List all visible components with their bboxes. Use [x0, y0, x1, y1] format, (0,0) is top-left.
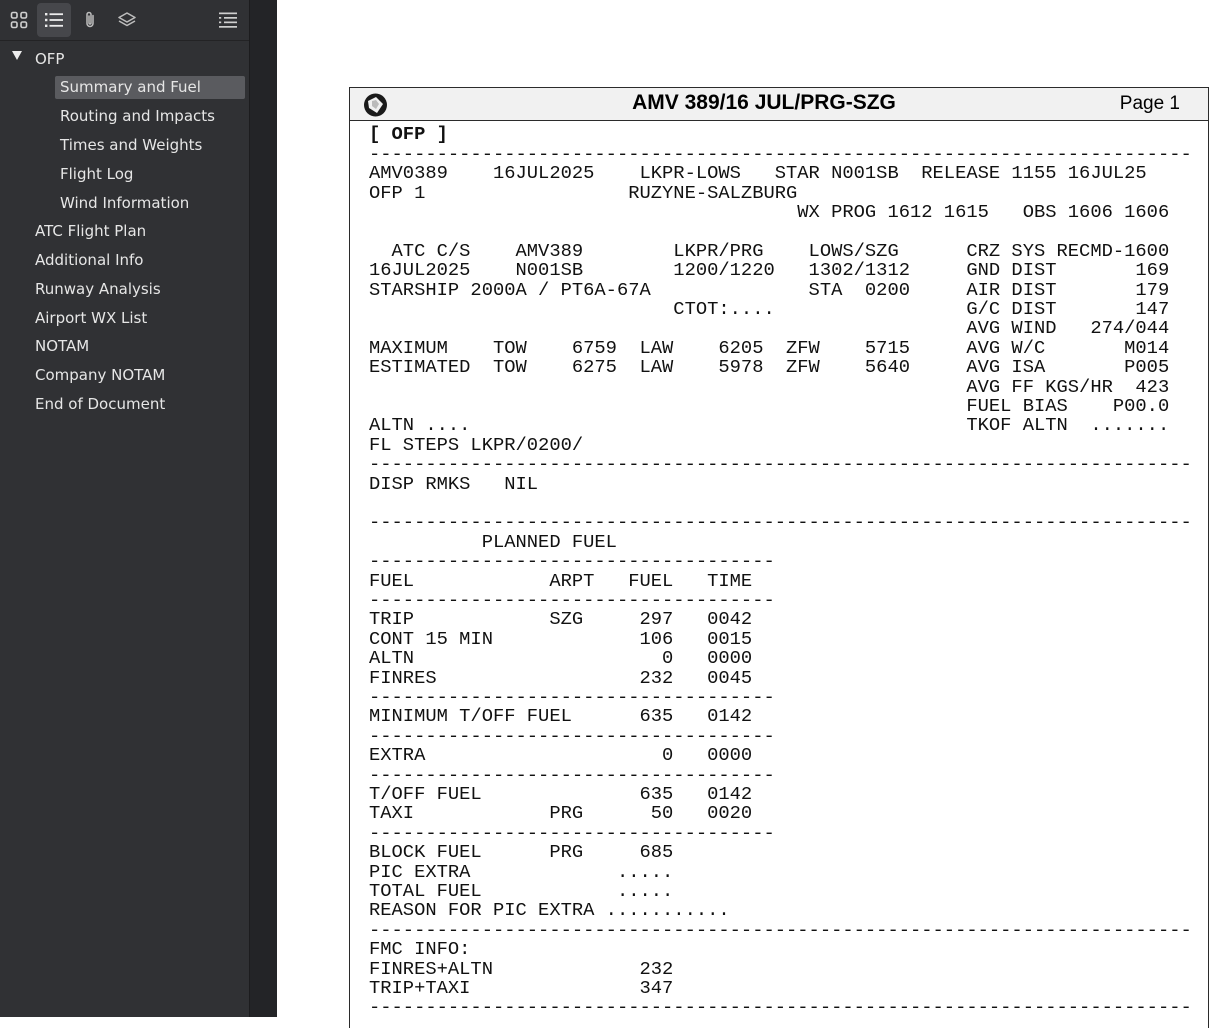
ofp-line: WX PROG 1612 1615 OBS 1606 1606	[369, 201, 1170, 223]
ofp-line: ALTN .... TKOF ALTN .......	[369, 414, 1170, 436]
outline-list-icon[interactable]	[37, 3, 71, 37]
outline-item-times-and-weights[interactable]: Times and Weights	[60, 134, 202, 157]
ofp-line: ESTIMATED TOW 6275 LAW 5978 ZFW 5640 AVG…	[369, 356, 1170, 378]
outline-item-airport-wx-list[interactable]: Airport WX List	[35, 307, 147, 330]
layers-icon[interactable]	[110, 3, 144, 37]
ofp-line: DISP RMKS NIL	[369, 473, 539, 495]
outline-item-company-notam[interactable]: Company NOTAM	[35, 364, 165, 387]
outline-item-notam[interactable]: NOTAM	[35, 335, 89, 358]
outline-item-flight-log[interactable]: Flight Log	[60, 163, 133, 186]
ofp-divider: ----------------------------------------…	[369, 453, 1192, 475]
attachment-paperclip-icon[interactable]	[73, 3, 107, 37]
outline-item-additional-info[interactable]: Additional Info	[35, 249, 143, 272]
outline-item-label: Summary and Fuel	[60, 78, 201, 96]
ofp-line: 16JUL2025 N001SB 1200/1220 1302/1312 GND…	[369, 259, 1170, 281]
document-title: AMV 389/16 JUL/PRG-SZG	[632, 91, 896, 114]
fuel-table-row: TAXI PRG 50 0020	[369, 802, 753, 824]
outline-item-routing-and-impacts[interactable]: Routing and Impacts	[60, 105, 215, 128]
ofp-divider: ------------------------------------	[369, 550, 775, 572]
ofp-divider: ----------------------------------------…	[369, 919, 1192, 941]
ofp-heading: [ OFP ]	[369, 123, 448, 145]
collapse-caret-icon[interactable]	[12, 51, 22, 60]
outline-item-atc-flight-plan[interactable]: ATC Flight Plan	[35, 220, 146, 243]
grid-view-icon[interactable]	[2, 3, 36, 37]
sidebar-toolbar	[0, 0, 249, 41]
ofp-line: AMV0389 16JUL2025 LKPR-LOWS STAR N001SB …	[369, 162, 1147, 184]
outline-root-ofp[interactable]: OFP	[35, 48, 64, 71]
outline-item-runway-analysis[interactable]: Runway Analysis	[35, 278, 161, 301]
ofp-divider: ----------------------------------------…	[369, 996, 1192, 1018]
ofp-divider: ----------------------------------------…	[369, 511, 1192, 533]
ofp-line: FMC INFO:	[369, 938, 471, 960]
outline-item-wind-information[interactable]: Wind Information	[60, 192, 189, 215]
outline-item-summary-and-fuel[interactable]: Summary and Fuel	[55, 76, 245, 99]
page-number: Page 1	[1119, 93, 1180, 114]
filter-options-icon[interactable]	[211, 3, 245, 37]
page-header: AMV 389/16 JUL/PRG-SZG Page 1	[350, 88, 1208, 121]
document-outline-sidebar: OFP Summary and Fuel Routing and Impacts…	[0, 0, 250, 1017]
fuel-table-row: BLOCK FUEL PRG 685	[369, 841, 674, 863]
outline-item-end-of-document[interactable]: End of Document	[35, 393, 165, 416]
ofp-line: AVG WIND 274/044	[369, 317, 1170, 339]
fuel-table-row: ALTN 0 0000	[369, 647, 753, 669]
fuel-table-row: TRIP SZG 297 0042	[369, 608, 753, 630]
fuel-table-row: EXTRA 0 0000	[369, 744, 753, 766]
fuel-table-row: REASON FOR PIC EXTRA ...........	[369, 899, 730, 921]
sidebar-splitter[interactable]	[250, 0, 277, 1017]
fuel-table-row: MINIMUM T/OFF FUEL 635 0142	[369, 705, 753, 727]
